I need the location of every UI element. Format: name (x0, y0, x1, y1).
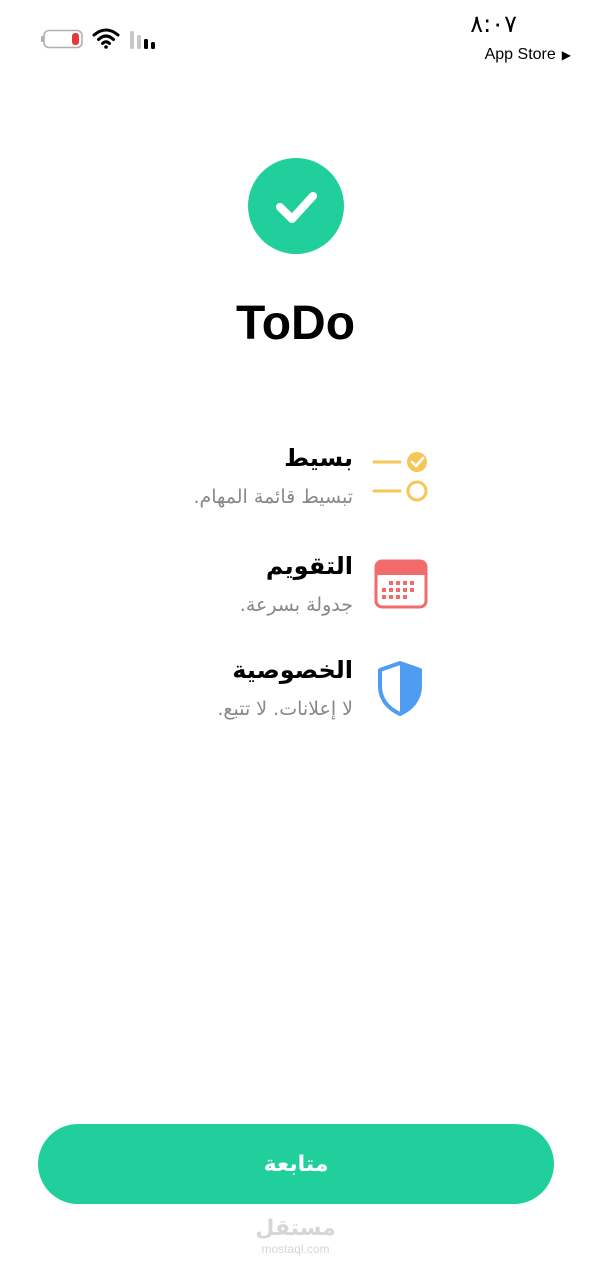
feature-title: الخصوصية (232, 656, 353, 684)
status-bar: ٨:٠٧ App Store ▶ (0, 0, 591, 80)
watermark-latin: mostaql.com (261, 1242, 330, 1256)
checklist-icon (372, 452, 428, 502)
signal-strength-icon (130, 31, 155, 49)
play-arrow-icon: ▶ (561, 48, 571, 62)
feature-privacy: الخصوصية لا إعلانات. لا تتبع. (0, 656, 591, 746)
battery-icon (41, 29, 83, 49)
checkmark-icon (276, 192, 317, 223)
feature-description: جدولة بسرعة. (239, 594, 353, 616)
feature-title: التقويم (265, 552, 353, 580)
app-title: ToDo (235, 297, 356, 350)
watermark-arabic: مستقل (255, 1216, 336, 1241)
back-app-label: App Store (484, 46, 556, 63)
feature-simple: بسيط تبسيط قائمة المهام. (0, 444, 591, 534)
feature-title: بسيط (284, 444, 353, 472)
feature-description: تبسيط قائمة المهام. (193, 486, 353, 508)
calendar-icon (374, 559, 428, 609)
shield-icon (378, 661, 422, 716)
app-logo (248, 158, 344, 254)
clock: ٨:٠٧ (470, 10, 517, 38)
feature-calendar: التقويم جدولة بسرعة. (0, 552, 591, 642)
watermark: مستقل mostaql.com (0, 1216, 591, 1256)
feature-description: لا إعلانات. لا تتبع. (217, 698, 353, 720)
continue-button[interactable]: متابعة (38, 1124, 554, 1204)
wifi-icon (92, 28, 120, 49)
back-to-app-link[interactable]: App Store ▶ (485, 46, 571, 64)
